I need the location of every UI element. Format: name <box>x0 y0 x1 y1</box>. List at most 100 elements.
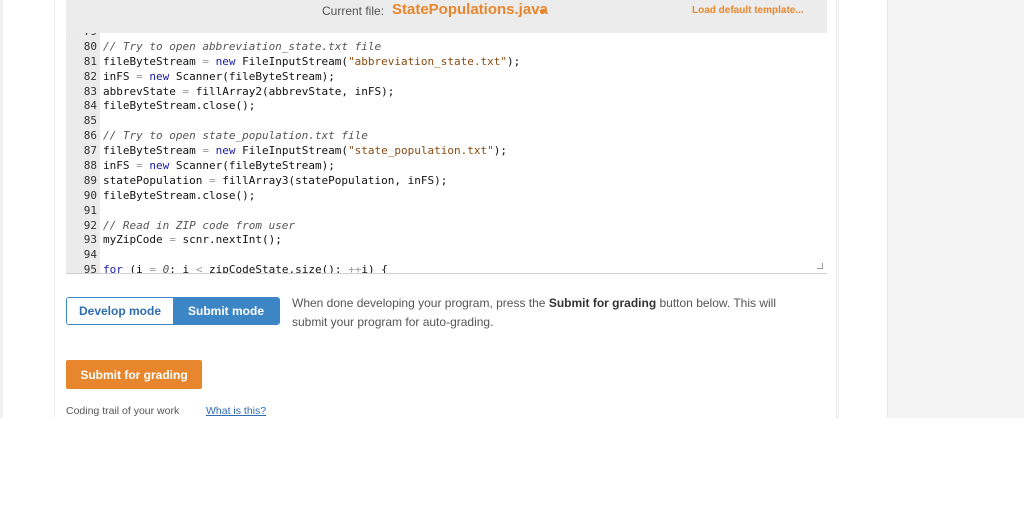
code-token: "abbreviation_state.txt" <box>348 54 508 68</box>
code-lines: 7980 // Try to open abbreviation_state.tx… <box>66 33 521 274</box>
code-token: for <box>103 263 123 274</box>
right-side-panel <box>887 0 1024 418</box>
line-number: 91 <box>83 203 97 217</box>
code-line: 79 <box>66 33 520 40</box>
code-line: 90 fileByteStream.close(); <box>66 189 520 204</box>
code-token: fileByteStream.close(); <box>103 188 256 202</box>
line-number: 87 <box>83 144 97 158</box>
code-token: inFS <box>103 159 137 173</box>
code-token: = <box>208 173 216 187</box>
line-number: 82 <box>83 69 97 83</box>
code-text: // Read in ZIP code from user <box>97 219 295 234</box>
what-is-this-link[interactable]: What is this? <box>206 405 266 417</box>
code-line: 85 <box>66 114 520 129</box>
line-number: 89 <box>83 173 97 187</box>
code-line: 86 // Try to open state_population.txt fi… <box>66 129 520 144</box>
code-token: = <box>149 263 156 274</box>
line-number: 83 <box>83 84 97 98</box>
code-text-area[interactable]: 7980 // Try to open abbreviation_state.tx… <box>66 33 827 274</box>
code-token: fillArray2(abbrevState, inFS); <box>189 84 395 98</box>
left-margin <box>3 0 55 418</box>
code-token: new <box>215 54 236 68</box>
code-token: // Try to open state_population.txt file <box>103 129 368 143</box>
code-token: ++ <box>348 263 362 274</box>
line-number: 85 <box>83 114 97 128</box>
line-number: 81 <box>83 54 97 68</box>
develop-mode-button[interactable]: Develop mode <box>67 298 173 324</box>
code-token: "state_population.txt" <box>348 144 494 158</box>
code-token: myZipCode <box>103 233 170 247</box>
code-token: fileByteStream <box>103 54 203 68</box>
code-token: fillArray3(statePopulation, inFS); <box>215 173 448 187</box>
code-line: 83 abbrevState = fillArray2(abbrevState, … <box>66 85 520 100</box>
code-text: myZipCode = scnr.nextInt(); <box>97 233 282 248</box>
code-token: fileByteStream <box>103 144 203 158</box>
line-number: 93 <box>83 233 97 247</box>
code-text: statePopulation = fillArray3(statePopula… <box>97 174 447 189</box>
code-token: statePopulation <box>103 173 209 187</box>
code-line: 88 inFS = new Scanner(fileByteStream); <box>66 159 520 174</box>
current-file-dropdown[interactable]: StatePopulations.java <box>392 1 548 18</box>
code-token: new <box>215 144 236 158</box>
code-text: fileByteStream.close(); <box>97 99 255 114</box>
code-token: FileInputStream( <box>235 54 349 68</box>
line-number: 88 <box>83 159 97 173</box>
code-line: 93 myZipCode = scnr.nextInt(); <box>66 233 520 248</box>
submit-for-grading-button[interactable]: Submit for grading <box>66 360 202 389</box>
code-line: 84 fileByteStream.close(); <box>66 99 520 114</box>
mode-toggle: Develop mode Submit mode <box>66 297 280 325</box>
line-number: 95 <box>83 263 97 274</box>
mode-description-bold: Submit for grading <box>548 296 657 310</box>
code-line: 80 // Try to open abbreviation_state.txt … <box>66 40 520 55</box>
current-file-label: Current file: <box>322 4 385 18</box>
mode-description-pre: When done developing your program, press… <box>292 296 549 310</box>
code-token: fileByteStream.close(); <box>103 99 256 113</box>
code-token: i) { <box>361 263 388 274</box>
code-text: // Try to open abbreviation_state.txt fi… <box>97 40 381 55</box>
code-token: // Read in ZIP code from user <box>103 218 296 232</box>
code-token: // Try to open abbreviation_state.txt fi… <box>103 39 382 53</box>
code-token: new <box>149 69 170 83</box>
line-number: 79 <box>66 33 97 40</box>
line-number: 90 <box>83 188 97 202</box>
code-line: 81 fileByteStream = new FileInputStream("… <box>66 54 521 70</box>
code-token: = <box>202 144 209 158</box>
caret-down-icon[interactable] <box>539 10 547 14</box>
line-number: 92 <box>83 218 97 232</box>
load-default-template-link[interactable]: Load default template... <box>692 5 804 16</box>
code-token: = <box>202 54 209 68</box>
code-text: for (i = 0; i < zipCodeState.size(); ++i… <box>97 263 388 274</box>
code-token: ); <box>507 54 521 68</box>
code-text: inFS = new Scanner(fileByteStream); <box>97 70 335 85</box>
code-line: 95 for (i = 0; i < zipCodeState.size(); +… <box>66 263 520 274</box>
code-token: = <box>136 69 143 83</box>
code-line: 87 fileByteStream = new FileInputStream("… <box>66 144 520 159</box>
mode-description: When done developing your program, press… <box>292 294 812 331</box>
code-token: = <box>136 159 143 173</box>
code-text: inFS = new Scanner(fileByteStream); <box>97 159 335 174</box>
code-token: inFS <box>103 69 137 83</box>
code-token: Scanner(fileByteStream); <box>169 159 335 173</box>
code-token: zipCodeState.size(); <box>202 263 349 274</box>
line-number: 86 <box>83 129 97 143</box>
code-line: 94 <box>66 248 520 263</box>
code-token: ); <box>493 144 508 158</box>
file-bar: Current file: StatePopulations.java Load… <box>66 0 827 33</box>
code-token: new <box>149 159 170 173</box>
code-token: abbrevState <box>103 84 183 98</box>
code-token: = <box>169 233 176 247</box>
code-editor: Current file: StatePopulations.java Load… <box>66 0 827 274</box>
code-token: Scanner(fileByteStream); <box>169 69 335 83</box>
resize-handle-icon[interactable] <box>817 263 823 269</box>
code-text: // Try to open state_population.txt file <box>97 129 368 144</box>
code-text: fileByteStream = new FileInputStream("st… <box>97 144 507 159</box>
right-margin <box>838 0 886 418</box>
line-number: 84 <box>83 99 97 113</box>
code-line: 91 <box>66 204 520 219</box>
code-token: scnr.nextInt(); <box>175 233 282 247</box>
submit-mode-button[interactable]: Submit mode <box>173 298 279 324</box>
code-line: 92 // Read in ZIP code from user <box>66 219 520 234</box>
code-token: (i <box>122 263 150 274</box>
